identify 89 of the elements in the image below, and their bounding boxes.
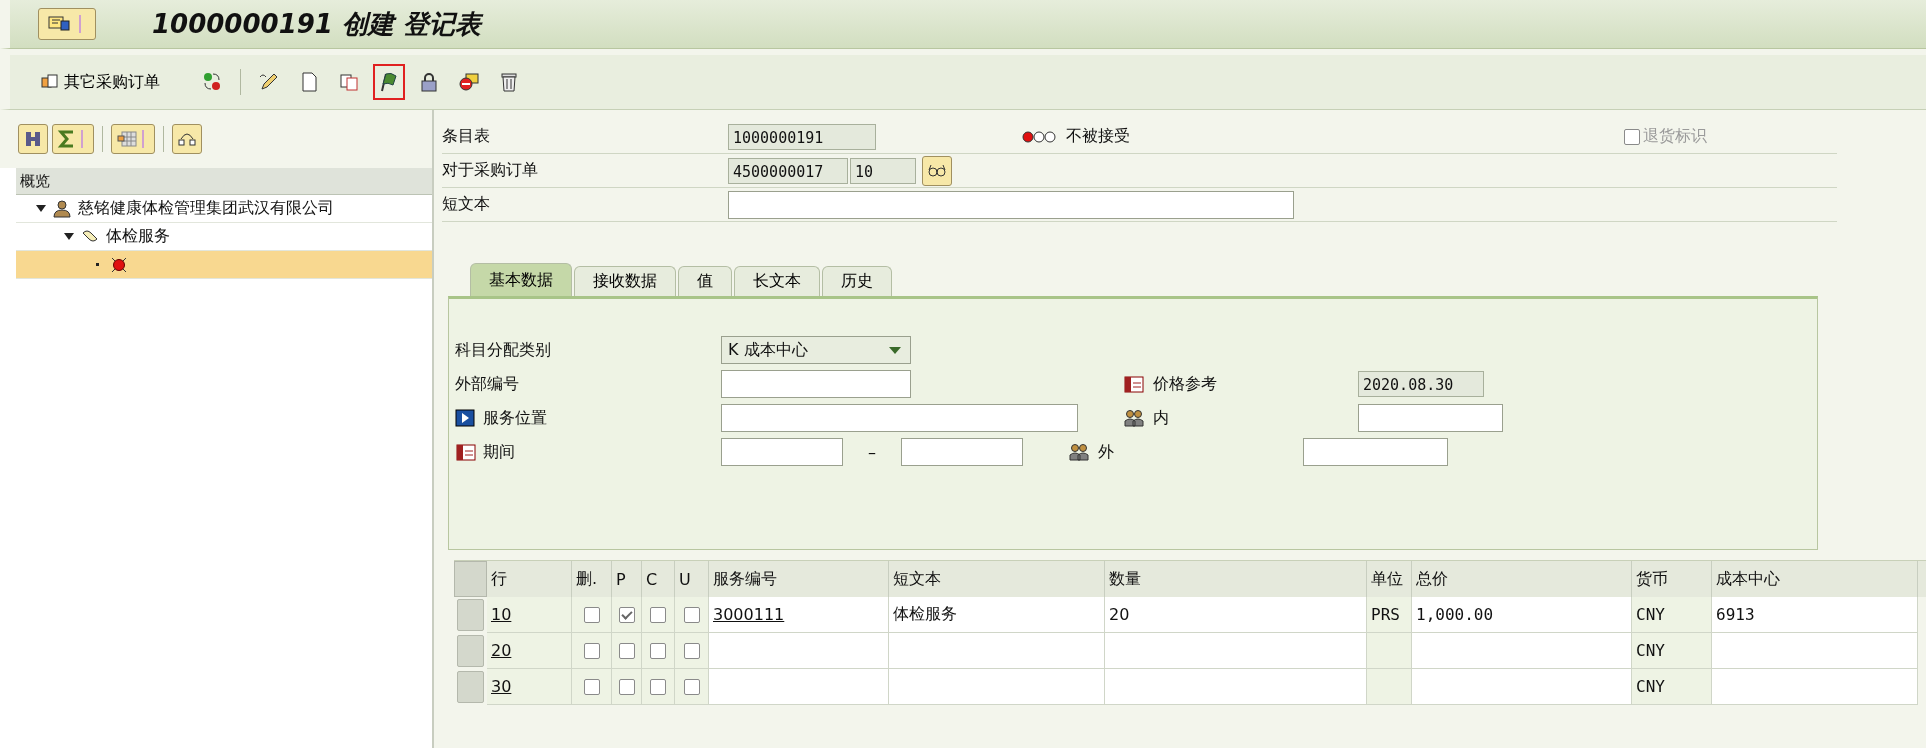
- table-checkbox[interactable]: [683, 678, 700, 695]
- person-icon: [52, 199, 72, 218]
- service-location-field[interactable]: [721, 404, 1078, 432]
- menu-button[interactable]: [38, 8, 96, 40]
- field-label: 价格参考: [1153, 373, 1217, 395]
- tab[interactable]: 长文本: [734, 266, 820, 296]
- external-number-field[interactable]: [721, 370, 911, 398]
- table-cell: [1367, 669, 1412, 705]
- field-label: 对于采购订单: [442, 160, 539, 181]
- screen-menu-icon: [47, 14, 73, 34]
- field-label: 期间: [483, 441, 515, 463]
- toolbar-button[interactable]: [373, 64, 405, 100]
- table-checkbox[interactable]: [683, 642, 700, 659]
- line-number-link[interactable]: 30: [491, 677, 512, 696]
- tree-item[interactable]: 慈铭健康体检管理集团武汉有限公司: [16, 195, 432, 223]
- copy-icon: [338, 71, 360, 93]
- people-icon: [1068, 443, 1090, 461]
- calendar-icon: [1123, 375, 1145, 393]
- traffic-light-icon: [1022, 129, 1058, 144]
- tab[interactable]: 历史: [822, 266, 892, 296]
- purchase-order-field: 4500000017: [728, 157, 848, 184]
- entry-sheet-field: 1000000191: [728, 123, 876, 150]
- tab[interactable]: 接收数据: [574, 266, 676, 296]
- field-label: 服务位置: [483, 407, 547, 429]
- price-reference-field: 2020.08.30: [1358, 371, 1484, 397]
- table-corner: [454, 561, 487, 597]
- expand-arrow-icon[interactable]: [36, 205, 46, 212]
- table-cell: 1,000.00: [1412, 597, 1632, 633]
- overview-header: 概览: [16, 168, 432, 195]
- external-field[interactable]: [1303, 438, 1448, 466]
- table-checkbox[interactable]: [618, 642, 635, 659]
- table-cell: 体检服务: [889, 597, 1105, 633]
- field-label: 内: [1153, 407, 1169, 429]
- table-checkbox[interactable]: [650, 606, 666, 623]
- lock-icon: [418, 71, 440, 93]
- hierarchy-button[interactable]: [172, 124, 202, 154]
- bullet-icon: [96, 263, 99, 266]
- binoculars-icon: [23, 129, 43, 149]
- line-number-link[interactable]: 20: [491, 641, 512, 660]
- pencil-icon: [258, 71, 280, 93]
- tab[interactable]: 基本数据: [470, 263, 572, 296]
- line-number-link[interactable]: 10: [491, 605, 512, 624]
- calendar-icon: [455, 443, 477, 461]
- field-label: 外: [1098, 441, 1114, 463]
- sum-button[interactable]: [52, 124, 94, 154]
- table-cell: PRS: [1367, 597, 1412, 633]
- other-purchase-order-button[interactable]: 其它采购订单: [40, 71, 160, 93]
- find-button[interactable]: [18, 124, 48, 154]
- flag-icon: [378, 71, 400, 93]
- po-item-field: 10: [850, 157, 916, 184]
- table-checkbox[interactable]: [618, 606, 635, 623]
- layout-button[interactable]: [111, 124, 155, 154]
- table-cell: [1367, 633, 1412, 669]
- account-assignment-dropdown[interactable]: K 成本中心: [721, 336, 911, 364]
- short-text-field[interactable]: [728, 190, 1294, 219]
- trash-icon: [498, 71, 520, 93]
- field-label: 科目分配类别: [455, 339, 552, 361]
- period-to-field[interactable]: [901, 438, 1023, 466]
- field-label: 短文本: [442, 194, 491, 215]
- period-from-field[interactable]: [721, 438, 843, 466]
- play-icon: [455, 409, 477, 427]
- table-checkbox[interactable]: [583, 606, 600, 623]
- table-cell: 6913: [1712, 597, 1918, 633]
- table-checkbox[interactable]: [618, 678, 635, 695]
- internal-field[interactable]: [1358, 404, 1503, 432]
- status-text: 不被接受: [1066, 126, 1130, 147]
- table-checkbox[interactable]: [683, 606, 700, 623]
- table-cell: 20: [1105, 597, 1367, 633]
- table-cell: CNY: [1632, 633, 1712, 669]
- glasses-icon: [927, 162, 947, 179]
- table-cell: CNY: [1632, 597, 1712, 633]
- range-separator: –: [867, 442, 877, 462]
- dropdown-arrow-icon: [888, 345, 902, 355]
- field-label: 外部编号: [455, 373, 520, 395]
- field-label: 条目表: [442, 126, 491, 147]
- no-entry-icon: [458, 71, 480, 93]
- people-icon: [1123, 409, 1145, 427]
- tab[interactable]: 值: [678, 266, 732, 296]
- service-number-link[interactable]: 3000111: [713, 605, 785, 624]
- table-checkbox[interactable]: [583, 678, 600, 695]
- status-light-icon: [109, 255, 129, 274]
- table-checkbox[interactable]: [583, 642, 600, 659]
- table-checkbox[interactable]: [650, 642, 666, 659]
- table-checkbox[interactable]: [650, 678, 666, 695]
- grid-icon: [116, 129, 138, 149]
- glasses-button[interactable]: [922, 155, 952, 186]
- expand-arrow-icon[interactable]: [64, 233, 74, 240]
- table-cell: CNY: [1632, 669, 1712, 705]
- circles-arrows-icon: [201, 71, 223, 93]
